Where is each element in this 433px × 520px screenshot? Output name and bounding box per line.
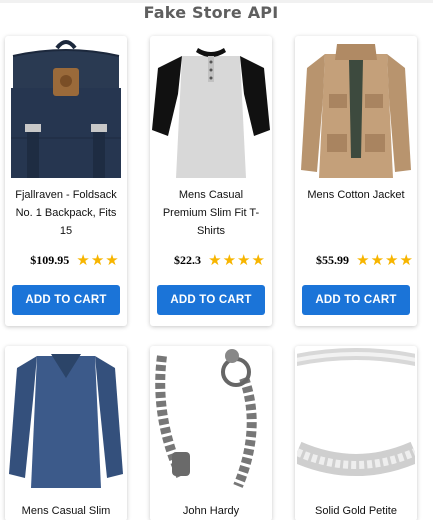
backpack-image[interactable] <box>7 38 125 178</box>
add-to-cart-button[interactable]: ADD TO CART <box>302 285 410 315</box>
add-to-cart-button[interactable]: ADD TO CART <box>157 285 265 315</box>
fake-store-page: Fake Store API Fjallraven - Foldsack No.… <box>0 0 433 520</box>
star-icon: ★ <box>251 251 265 269</box>
page-title: Fake Store API <box>143 3 279 22</box>
product-card: Mens Cotton Jacket $55.99 ★★★★ ADD TO CA… <box>295 36 417 326</box>
product-title[interactable]: Mens Cotton Jacket <box>301 186 411 242</box>
add-to-cart-button[interactable]: ADD TO CART <box>12 285 120 315</box>
star-icon: ★ <box>90 251 105 269</box>
product-price: $22.3 <box>174 253 202 267</box>
product-card: Mens Casual Slim <box>5 346 127 520</box>
product-card: John Hardy <box>150 346 272 520</box>
star-icon: ★ <box>385 251 399 269</box>
chain-bracelet-image[interactable] <box>152 348 270 488</box>
price-rating-row: $55.99 ★★★★ <box>295 250 417 270</box>
product-price: $109.95 <box>30 253 70 267</box>
star-icon: ★ <box>76 251 90 269</box>
star-icon: ★ <box>370 251 385 269</box>
price-rating-row: $109.95 ★★★ <box>5 250 127 270</box>
price-rating-row: $22.3 ★★★★ <box>150 250 272 270</box>
raglan-shirt-image[interactable] <box>152 38 270 178</box>
star-icon: ★ <box>237 251 251 269</box>
star-icon: ★ <box>356 251 370 269</box>
product-title[interactable]: Fjallraven - Foldsack No. 1 Backpack, Fi… <box>11 186 121 242</box>
product-price: $55.99 <box>316 253 350 267</box>
star-icon: ★ <box>222 251 237 269</box>
long-sleeve-shirt-image[interactable] <box>7 348 125 488</box>
product-card: Fjallraven - Foldsack No. 1 Backpack, Fi… <box>5 36 127 326</box>
star-icon: ★ <box>105 251 119 269</box>
product-title[interactable]: Mens Casual Slim <box>9 502 123 520</box>
product-title[interactable]: Solid Gold Petite <box>299 502 413 520</box>
product-card: Mens Casual Premium Slim Fit T-Shirts $2… <box>150 36 272 326</box>
jacket-image[interactable] <box>297 38 415 178</box>
ring-image[interactable] <box>297 348 415 488</box>
product-title[interactable]: John Hardy <box>154 502 268 520</box>
product-title[interactable]: Mens Casual Premium Slim Fit T-Shirts <box>156 186 266 242</box>
product-card: Solid Gold Petite <box>295 346 417 520</box>
star-icon: ★ <box>208 251 222 269</box>
star-icon: ★ <box>399 251 413 269</box>
